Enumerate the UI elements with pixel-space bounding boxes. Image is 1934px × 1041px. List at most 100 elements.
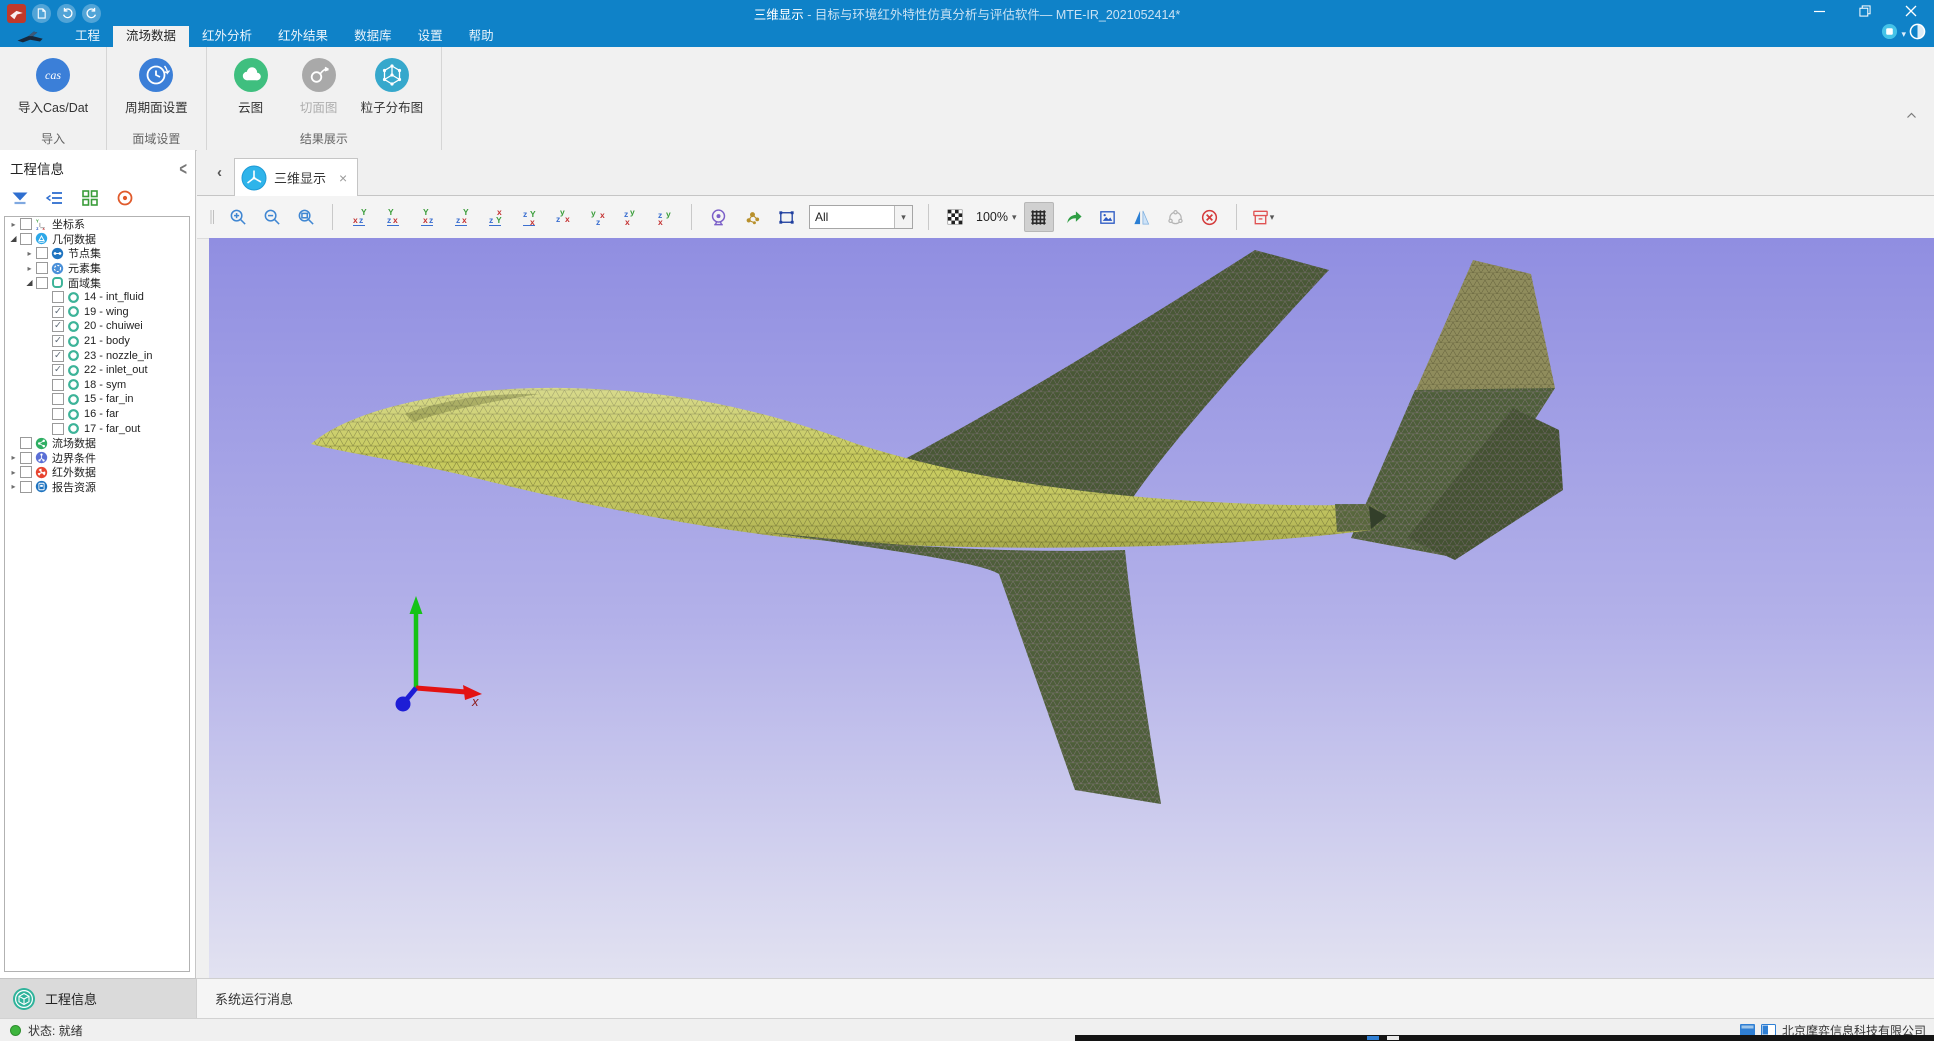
tree-item-face-region-set[interactable]: ◢面域集 <box>5 275 189 290</box>
tree-item-23-nozzle-in[interactable]: ✓23 - nozzle_in <box>5 348 189 363</box>
visibility-checkbox[interactable] <box>52 291 64 303</box>
zoom-in-button[interactable] <box>224 203 252 231</box>
tree-item-22-inlet-out[interactable]: ✓22 - inlet_out <box>5 363 189 378</box>
expander-closed-icon[interactable]: ▸ <box>24 249 35 258</box>
expander-open-icon[interactable]: ◢ <box>8 234 19 243</box>
tree-item-geometry-data[interactable]: ◢几何数据 <box>5 232 189 247</box>
expander-closed-icon[interactable]: ▸ <box>8 220 19 229</box>
menu-item-help[interactable]: 帮助 <box>456 26 507 47</box>
grid-view-button[interactable] <box>80 188 100 208</box>
outline-view-button[interactable] <box>45 188 65 208</box>
expander-closed-icon[interactable]: ▸ <box>8 453 19 462</box>
zoom-fit-button[interactable] <box>292 203 320 231</box>
view-iso-3-button[interactable]: zyx <box>617 203 645 231</box>
clear-scene-button[interactable] <box>1196 203 1224 231</box>
visibility-checkbox[interactable] <box>20 452 32 464</box>
visibility-checkbox[interactable] <box>36 247 48 259</box>
tree-item-coordinate-system[interactable]: ▸Yzx坐标系 <box>5 217 189 232</box>
transparency-pattern-button[interactable] <box>941 203 969 231</box>
contour-plot-button[interactable]: 云图 <box>219 52 283 132</box>
mirror-display-button[interactable] <box>1128 203 1156 231</box>
import-cas-dat-button[interactable]: cas导入Cas/Dat <box>12 52 94 132</box>
view-right-button[interactable]: zxY <box>447 203 475 231</box>
tab-3d-view[interactable]: 三维显示 × <box>234 158 358 196</box>
sync-view-button[interactable] <box>1162 203 1190 231</box>
visibility-checkbox[interactable]: ✓ <box>52 350 64 362</box>
display-filter-combobox[interactable]: All▾ <box>809 205 913 229</box>
expander-closed-icon[interactable]: ▸ <box>8 468 19 477</box>
menu-item-project[interactable]: 工程 <box>62 26 113 47</box>
visibility-checkbox[interactable] <box>52 379 64 391</box>
visibility-checkbox[interactable] <box>20 437 32 449</box>
view-back-button[interactable]: zxY <box>379 203 407 231</box>
toolbar-drag-handle[interactable] <box>209 207 215 227</box>
visibility-checkbox[interactable]: ✓ <box>52 335 64 347</box>
dropdown-arrow-icon[interactable]: ▾ <box>894 206 912 228</box>
periodic-face-settings-button[interactable]: 周期面设置 <box>119 52 194 132</box>
redo-button[interactable] <box>82 4 101 23</box>
filter-button[interactable] <box>10 188 30 208</box>
view-left-button[interactable]: xzY <box>413 203 441 231</box>
zoom-level-dropdown[interactable]: 100%▾ <box>976 210 1017 224</box>
locate-button[interactable] <box>115 188 135 208</box>
visibility-checkbox[interactable] <box>20 218 32 230</box>
zoom-out-button[interactable] <box>258 203 286 231</box>
tree-item-element-set[interactable]: ▸元素集 <box>5 261 189 276</box>
menu-item-ir-analysis[interactable]: 红外分析 <box>189 26 265 47</box>
tree-item-19-wing[interactable]: ✓19 - wing <box>5 305 189 320</box>
collapse-ribbon-button[interactable] <box>1904 110 1918 120</box>
visibility-checkbox[interactable] <box>52 393 64 405</box>
view-bottom-button[interactable]: zYx <box>515 203 543 231</box>
view-iso-4-button[interactable]: zxy <box>651 203 679 231</box>
theme-button[interactable] <box>1909 23 1926 45</box>
chevron-down-icon[interactable]: ▾ <box>1901 29 1906 40</box>
view-front-button[interactable]: xzY <box>345 203 373 231</box>
tree-item-infrared-data[interactable]: ▸红外数据 <box>5 465 189 480</box>
viewport-3d[interactable]: x <box>209 238 1934 978</box>
menu-item-ir-results[interactable]: 红外结果 <box>265 26 341 47</box>
visibility-checkbox[interactable] <box>20 481 32 493</box>
tree-item-boundary-conditions[interactable]: ▸边界条件 <box>5 451 189 466</box>
tree-item-18-sym[interactable]: 18 - sym <box>5 378 189 393</box>
expander-open-icon[interactable]: ◢ <box>24 278 35 287</box>
tree-item-14-int-fluid[interactable]: 14 - int_fluid <box>5 290 189 305</box>
visibility-checkbox[interactable]: ✓ <box>52 306 64 318</box>
tab-close-icon[interactable]: × <box>339 170 347 186</box>
visibility-checkbox[interactable] <box>20 233 32 245</box>
mesh-grid-button[interactable] <box>1024 202 1054 232</box>
tree-item-flow-field-data[interactable]: 流场数据 <box>5 436 189 451</box>
tree-item-21-body[interactable]: ✓21 - body <box>5 334 189 349</box>
snapshot-button[interactable] <box>1094 203 1122 231</box>
tree-item-20-chuiwei[interactable]: ✓20 - chuiwei <box>5 319 189 334</box>
view-top-button[interactable]: zYx <box>481 203 509 231</box>
tree-item-17-far-out[interactable]: 17 - far_out <box>5 421 189 436</box>
export-view-button[interactable] <box>1060 203 1088 231</box>
particles-button[interactable] <box>738 203 766 231</box>
visibility-checkbox[interactable]: ✓ <box>52 364 64 376</box>
tree-item-node-set[interactable]: ▸节点集 <box>5 246 189 261</box>
collapse-panel-button[interactable]: < <box>179 158 187 179</box>
view-iso-2-button[interactable]: yxz <box>583 203 611 231</box>
menu-item-database[interactable]: 数据库 <box>341 26 405 47</box>
visibility-checkbox[interactable] <box>36 262 48 274</box>
visibility-checkbox[interactable] <box>52 423 64 435</box>
particle-distribution-button[interactable]: 粒子分布图 <box>355 52 430 132</box>
save-scene-button[interactable]: ▾ <box>1249 203 1277 231</box>
menu-item-flow-data[interactable]: 流场数据 <box>113 26 189 47</box>
box-select-button[interactable] <box>772 203 800 231</box>
tab-scroll-left-button[interactable]: ‹ <box>217 164 222 181</box>
tree-item-16-far[interactable]: 16 - far <box>5 407 189 422</box>
visibility-checkbox[interactable] <box>52 408 64 420</box>
probe-button[interactable] <box>704 203 732 231</box>
style-switch-button[interactable] <box>1881 23 1898 45</box>
panel-footer[interactable]: 工程信息 <box>0 978 196 1018</box>
undo-button[interactable] <box>57 4 76 23</box>
visibility-checkbox[interactable] <box>20 466 32 478</box>
slice-plot-button[interactable]: 切面图 <box>287 52 351 132</box>
menu-item-settings[interactable]: 设置 <box>405 26 456 47</box>
tree-item-15-far-in[interactable]: 15 - far_in <box>5 392 189 407</box>
tree-item-report-resources[interactable]: ▸报告资源 <box>5 480 189 495</box>
visibility-checkbox[interactable] <box>36 277 48 289</box>
expander-closed-icon[interactable]: ▸ <box>8 482 19 491</box>
visibility-checkbox[interactable]: ✓ <box>52 320 64 332</box>
